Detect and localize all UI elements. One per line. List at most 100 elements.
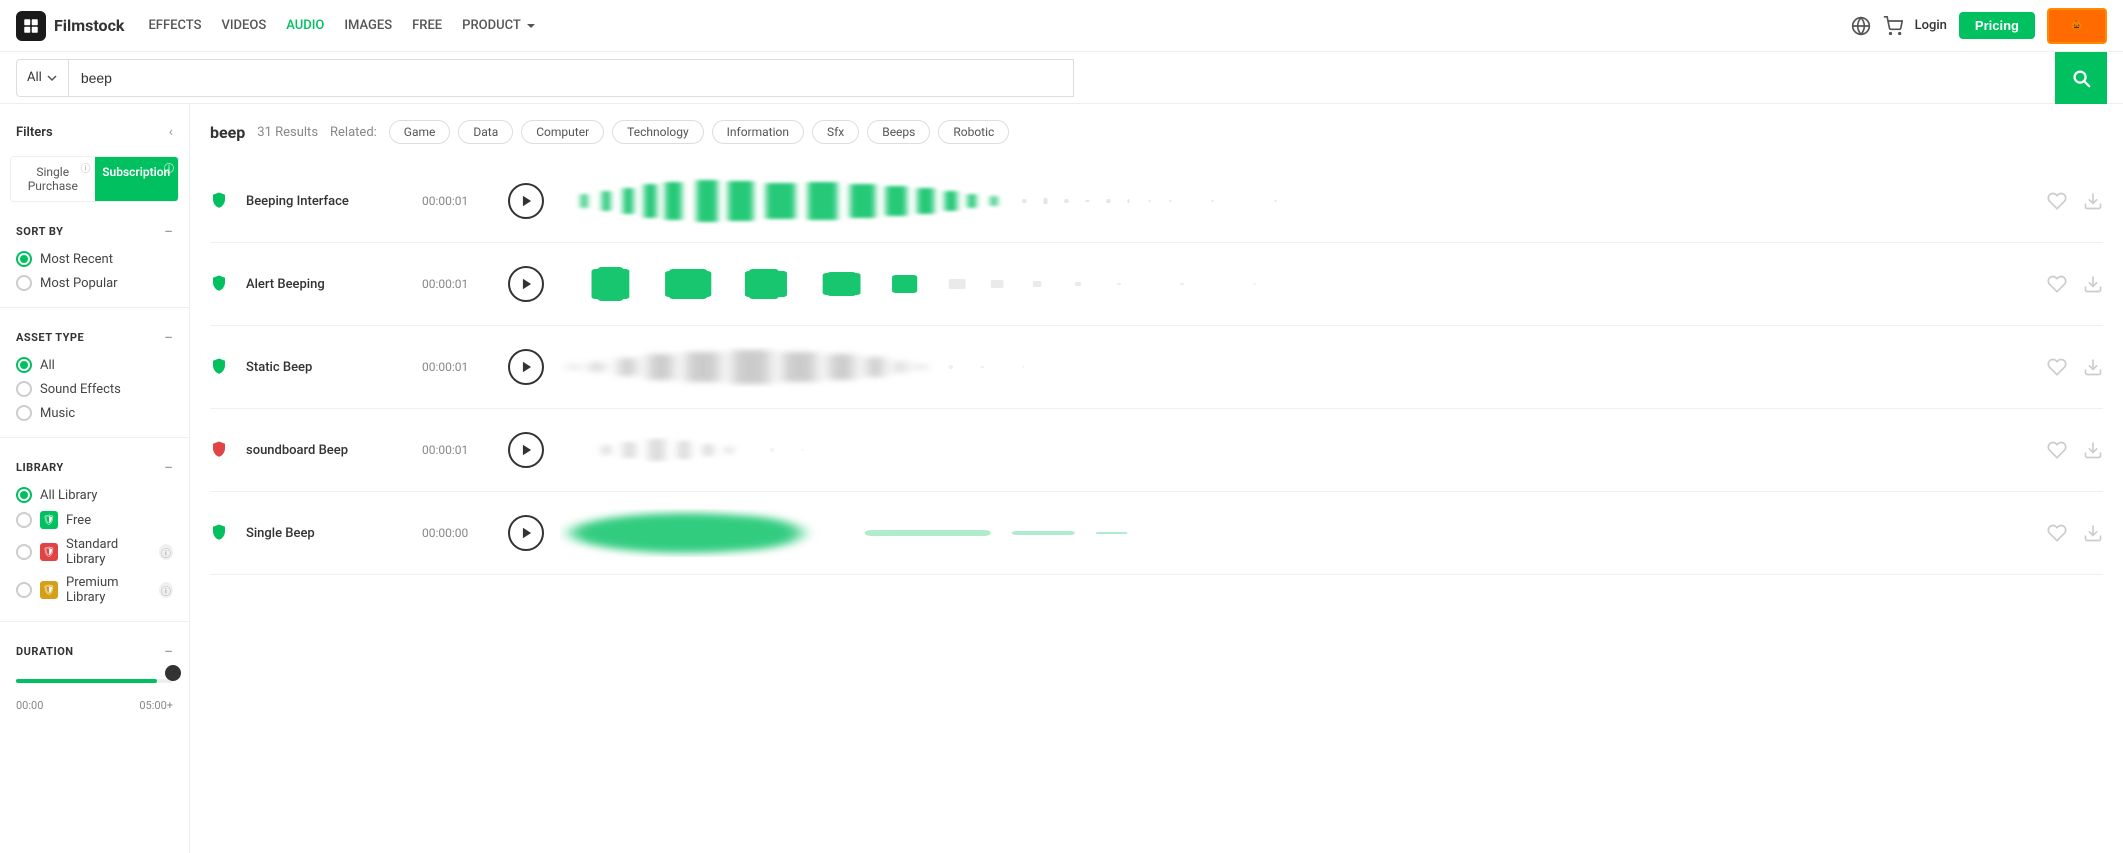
track-shield-icon — [210, 274, 230, 294]
nav-videos[interactable]: VIDEOS — [221, 18, 266, 33]
track-actions — [2047, 357, 2103, 377]
subscription-info-icon[interactable]: ⓘ — [163, 160, 175, 172]
tag-information[interactable]: Information — [712, 120, 804, 144]
related-label: Related: — [330, 125, 377, 140]
sort-most-popular-radio — [16, 275, 32, 291]
sort-by-title: SORT BY — [16, 225, 63, 238]
slider-track — [16, 679, 173, 683]
duration-slider[interactable] — [16, 671, 173, 691]
single-purchase-info-icon[interactable]: ⓘ — [80, 160, 92, 172]
track-shield-icon — [210, 357, 230, 377]
download-button[interactable] — [2083, 191, 2103, 211]
track-item: Single Beep 00:00:00 — [210, 492, 2103, 575]
main-layout: Filters ‹ Single Purchase ⓘ Subscription… — [0, 104, 2123, 853]
slider-thumb[interactable] — [165, 665, 181, 681]
globe-icon[interactable] — [1851, 16, 1871, 36]
favorite-button[interactable] — [2047, 523, 2067, 543]
track-shield-icon — [210, 523, 230, 543]
brand-logo[interactable]: Filmstock — [16, 11, 124, 41]
asset-type-section: ASSET TYPE − All Sound Effects Music — [0, 316, 189, 429]
track-item: Alert Beeping 00:00:01 — [210, 243, 2103, 326]
tab-subscription[interactable]: Subscription ⓘ — [95, 157, 179, 201]
asset-all-radio — [16, 357, 32, 373]
search-input[interactable] — [81, 70, 1062, 86]
nav-audio[interactable]: AUDIO — [286, 18, 324, 33]
library-premium[interactable]: 🛡 Premium Library ⓘ — [16, 575, 173, 605]
library-all[interactable]: All Library — [16, 487, 173, 503]
waveform — [560, 508, 2031, 558]
favorite-button[interactable] — [2047, 191, 2067, 211]
search-term-display: beep — [210, 123, 245, 142]
library-section: LIBRARY − All Library 🛡 Free 🛡 Standard … — [0, 446, 189, 613]
asset-all-label: All — [40, 358, 55, 373]
sort-most-popular[interactable]: Most Popular — [16, 275, 173, 291]
sidebar-collapse-button[interactable]: ‹ — [169, 124, 173, 140]
duration-toggle[interactable]: − — [164, 642, 173, 661]
waveform — [560, 342, 2031, 392]
download-button[interactable] — [2083, 440, 2103, 460]
sort-most-recent[interactable]: Most Recent — [16, 251, 173, 267]
asset-type-music[interactable]: Music — [16, 405, 173, 421]
library-free-icon: 🛡 — [40, 511, 58, 529]
pricing-button[interactable]: Pricing — [1959, 12, 2035, 39]
nav-images[interactable]: IMAGES — [344, 18, 392, 33]
tag-beeps[interactable]: Beeps — [867, 120, 930, 144]
download-button[interactable] — [2083, 357, 2103, 377]
track-duration: 00:00:00 — [422, 526, 492, 540]
sort-by-toggle[interactable]: − — [164, 222, 173, 241]
nav-effects[interactable]: EFFECTS — [148, 18, 201, 33]
play-button[interactable] — [508, 349, 544, 385]
library-free[interactable]: 🛡 Free — [16, 511, 173, 529]
library-standard[interactable]: 🛡 Standard Library ⓘ — [16, 537, 173, 567]
play-button[interactable] — [508, 515, 544, 551]
tag-sfx[interactable]: Sfx — [812, 120, 859, 144]
library-standard-icon: 🛡 — [40, 543, 58, 561]
tag-data[interactable]: Data — [458, 120, 513, 144]
download-button[interactable] — [2083, 523, 2103, 543]
asset-type-sound-effects[interactable]: Sound Effects — [16, 381, 173, 397]
tag-robotic[interactable]: Robotic — [938, 120, 1009, 144]
brand-name: Filmstock — [54, 16, 124, 35]
play-button[interactable] — [508, 432, 544, 468]
tag-computer[interactable]: Computer — [521, 120, 604, 144]
track-duration: 00:00:01 — [422, 443, 492, 457]
library-toggle[interactable]: − — [164, 458, 173, 477]
login-button[interactable]: Login — [1915, 18, 1947, 33]
favorite-button[interactable] — [2047, 440, 2067, 460]
track-name: Static Beep — [246, 360, 406, 375]
search-button[interactable] — [2055, 52, 2107, 104]
waveform — [560, 259, 2031, 309]
asset-type-toggle[interactable]: − — [164, 328, 173, 347]
tab-single-purchase[interactable]: Single Purchase ⓘ — [11, 157, 95, 201]
sort-by-options: Most Recent Most Popular — [16, 251, 173, 291]
nav-product[interactable]: PRODUCT — [462, 18, 537, 33]
library-all-label: All Library — [40, 488, 97, 503]
tag-technology[interactable]: Technology — [612, 120, 703, 144]
asset-type-all[interactable]: All — [16, 357, 173, 373]
navbar: Filmstock EFFECTS VIDEOS AUDIO IMAGES FR… — [0, 0, 2123, 52]
duration-header: DURATION − — [16, 642, 173, 661]
cart-icon[interactable] — [1883, 16, 1903, 36]
play-button[interactable] — [508, 266, 544, 302]
library-all-radio — [16, 487, 32, 503]
track-name: soundboard Beep — [246, 443, 406, 458]
favorite-button[interactable] — [2047, 274, 2067, 294]
sort-by-header: SORT BY − — [16, 222, 173, 241]
nav-free[interactable]: FREE — [412, 18, 442, 33]
track-item: Beeping Interface 00:00:01 — [210, 160, 2103, 243]
premium-library-info[interactable]: ⓘ — [159, 582, 173, 598]
search-category-dropdown[interactable]: All — [16, 59, 69, 97]
track-item: soundboard Beep 00:00:01 — [210, 409, 2103, 492]
library-title: LIBRARY — [16, 461, 64, 474]
favorite-button[interactable] — [2047, 357, 2067, 377]
play-button[interactable] — [508, 183, 544, 219]
tag-game[interactable]: Game — [389, 120, 451, 144]
standard-library-info[interactable]: ⓘ — [159, 544, 173, 560]
asset-music-label: Music — [40, 406, 75, 421]
track-actions — [2047, 523, 2103, 543]
related-tags: Game Data Computer Technology Informatio… — [389, 120, 1010, 144]
halloween-banner[interactable]: 🎃 — [2047, 8, 2107, 44]
asset-type-title: ASSET TYPE — [16, 331, 84, 344]
download-button[interactable] — [2083, 274, 2103, 294]
logo-icon — [16, 11, 46, 41]
